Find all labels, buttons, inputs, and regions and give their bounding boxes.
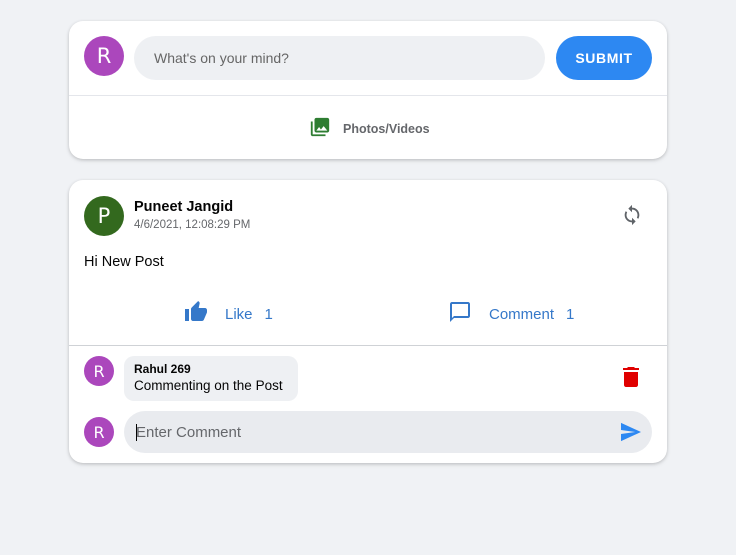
- author-avatar: P: [84, 196, 124, 236]
- trash-icon[interactable]: [623, 367, 639, 387]
- comment-count: 1: [566, 305, 575, 323]
- reply-avatar: R: [84, 417, 114, 447]
- post-timestamp: 4/6/2021, 12:08:29 PM: [134, 219, 251, 231]
- like-label: Like: [225, 305, 253, 323]
- divider: [69, 95, 667, 96]
- photos-videos-label: Photos/Videos: [343, 122, 430, 136]
- commenter-avatar: R: [84, 356, 114, 386]
- send-icon[interactable]: [620, 422, 642, 442]
- comment-field: [124, 411, 652, 453]
- divider: [69, 345, 667, 346]
- comment-bubble: Rahul 269 Commenting on the Post: [124, 356, 298, 401]
- submit-button[interactable]: SUBMIT: [556, 36, 652, 80]
- comment-input[interactable]: [135, 411, 605, 453]
- comment-icon: [448, 300, 472, 328]
- comment-button[interactable]: Comment 1: [448, 300, 574, 328]
- like-button[interactable]: Like 1: [184, 300, 273, 328]
- sync-icon[interactable]: [621, 203, 643, 227]
- comment-author: Rahul 269: [134, 362, 191, 376]
- avatar: R: [84, 36, 124, 76]
- post-card: P Puneet Jangid 4/6/2021, 12:08:29 PM Hi…: [69, 180, 667, 463]
- thumb-up-icon: [184, 300, 208, 328]
- post-text: Hi New Post: [84, 254, 164, 270]
- comment-text: Commenting on the Post: [134, 378, 283, 393]
- like-count: 1: [264, 305, 273, 323]
- photos-videos-button[interactable]: Photos/Videos: [309, 117, 430, 141]
- photo-library-icon: [309, 116, 331, 143]
- post-input[interactable]: [134, 36, 545, 80]
- author-name[interactable]: Puneet Jangid: [134, 199, 233, 215]
- comment-label: Comment: [489, 305, 555, 323]
- post-composer: R SUBMIT Photos/Videos: [69, 21, 667, 159]
